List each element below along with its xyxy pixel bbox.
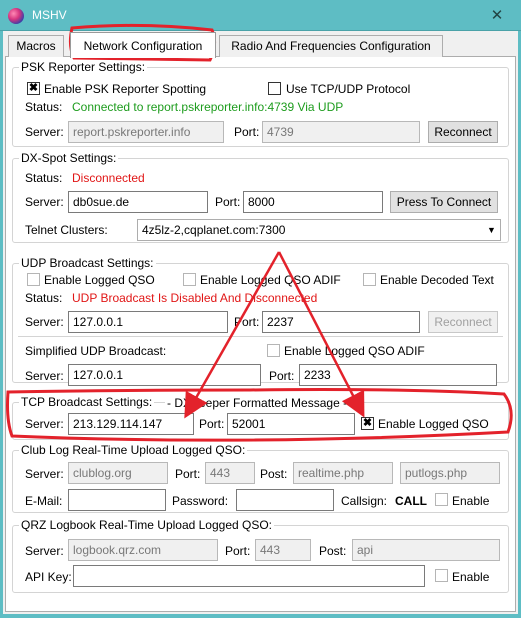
clublog-group-title: Club Log Real-Time Upload Logged QSO: — [19, 443, 248, 457]
window-title: MSHV — [32, 8, 67, 22]
qrz-server-label: Server: — [25, 544, 64, 558]
qrz-post-input[interactable]: api — [352, 539, 500, 561]
qrz-apikey-input[interactable] — [73, 565, 425, 587]
clublog-password-label: Password: — [172, 494, 229, 508]
clublog-callsign-label: Callsign: — [341, 494, 388, 508]
udp-server-label: Server: — [25, 315, 64, 329]
udp-logged-adif-checkbox[interactable] — [183, 273, 196, 286]
tcp-group-title: TCP Broadcast Settings: — [19, 395, 155, 409]
udp-decoded-label: Enable Decoded Text — [380, 273, 494, 287]
udp-port-input[interactable]: 2237 — [262, 311, 420, 333]
tcp-server-input[interactable]: 213.129.114.147 — [68, 413, 194, 435]
telnet-clusters-select[interactable]: 4z5lz-2,cqplanet.com:7300 — [137, 219, 501, 241]
qrz-post-label: Post: — [319, 544, 347, 558]
udp-status-value: UDP Broadcast Is Disabled And Disconnect… — [72, 291, 318, 305]
tcp-server-label: Server: — [25, 417, 64, 431]
dxspot-server-label: Server: — [25, 195, 64, 209]
simplified-port-label: Port: — [269, 369, 295, 383]
tcp-group-subtitle: - DXKeeper Formatted Message - — [165, 395, 350, 411]
chevron-down-icon[interactable]: ▼ — [487, 225, 496, 235]
clublog-server-label: Server: — [25, 467, 64, 481]
dxspot-connect-button[interactable]: Press To Connect — [390, 191, 498, 213]
simplified-udp-label: Simplified UDP Broadcast: — [25, 344, 167, 358]
udp-server-input[interactable]: 127.0.0.1 — [68, 311, 228, 333]
psk-enable-checkbox[interactable]: ✖ — [27, 82, 40, 95]
qrz-enable-label: Enable — [452, 570, 490, 584]
dxspot-port-input[interactable]: 8000 — [243, 191, 383, 213]
clublog-post2-input[interactable]: putlogs.php — [400, 462, 500, 484]
udp-group-title: UDP Broadcast Settings: — [19, 256, 156, 270]
psk-enable-label: Enable PSK Reporter Spotting — [44, 82, 207, 96]
close-icon[interactable]: ✕ — [486, 6, 508, 26]
telnet-clusters-value: 4z5lz-2,cqplanet.com:7300 — [142, 223, 286, 237]
title-bar — [0, 0, 521, 31]
clublog-post-label: Post: — [260, 467, 288, 481]
tcp-enable-label: Enable Logged QSO — [378, 417, 489, 431]
clublog-enable-label: Enable — [452, 494, 490, 508]
window-frame-bottom — [0, 614, 521, 618]
psk-tcpudp-checkbox[interactable] — [268, 82, 281, 95]
window-frame-left — [0, 31, 3, 618]
clublog-email-label: E-Mail: — [25, 494, 63, 508]
psk-tcpudp-label: Use TCP/UDP Protocol — [286, 82, 411, 96]
qrz-enable-checkbox[interactable] — [435, 569, 448, 582]
clublog-password-input[interactable] — [236, 489, 334, 511]
dxspot-port-label: Port: — [215, 195, 241, 209]
clublog-port-input[interactable]: 443 — [205, 462, 255, 484]
psk-status-value: Connected to report.pskreporter.info:473… — [72, 100, 344, 114]
simplified-server-label: Server: — [25, 369, 64, 383]
udp-status-label: Status: — [25, 291, 63, 305]
psk-port-input[interactable]: 4739 — [262, 121, 420, 143]
clublog-email-input[interactable] — [68, 489, 166, 511]
psk-group-title: PSK Reporter Settings: — [19, 60, 148, 74]
qrz-group-title: QRZ Logbook Real-Time Upload Logged QSO: — [19, 518, 275, 532]
tcp-port-input[interactable]: 52001 — [227, 413, 355, 435]
telnet-clusters-label: Telnet Clusters: — [25, 223, 108, 237]
udp-logged-qso-checkbox[interactable] — [27, 273, 40, 286]
dxspot-status-value: Disconnected — [72, 171, 145, 185]
qrz-server-input[interactable]: logbook.qrz.com — [68, 539, 218, 561]
psk-status-label: Status: — [25, 100, 63, 114]
tab-macros[interactable]: Macros — [8, 35, 64, 57]
tab-radio-frequencies[interactable]: Radio And Frequencies Configuration — [219, 35, 443, 57]
udp-port-label: Port: — [234, 315, 260, 329]
dxspot-server-input[interactable]: db0sue.de — [68, 191, 208, 213]
qrz-apikey-label: API Key: — [25, 570, 72, 584]
udp-decoded-checkbox[interactable] — [363, 273, 376, 286]
dxspot-group-title: DX-Spot Settings: — [19, 151, 119, 165]
app-icon — [8, 8, 24, 24]
udp-logged-qso-label: Enable Logged QSO — [44, 273, 155, 287]
simplified-port-input[interactable]: 2233 — [299, 364, 497, 386]
psk-server-label: Server: — [25, 125, 64, 139]
simplified-server-input[interactable]: 127.0.0.1 — [68, 364, 261, 386]
udp-reconnect-button[interactable]: Reconnect — [428, 311, 498, 333]
psk-reconnect-button[interactable]: Reconnect — [428, 121, 498, 143]
clublog-port-label: Port: — [175, 467, 201, 481]
psk-port-label: Port: — [234, 125, 260, 139]
clublog-enable-checkbox[interactable] — [435, 493, 448, 506]
tab-network-configuration[interactable]: Network Configuration — [70, 32, 216, 58]
dxspot-status-label: Status: — [25, 171, 63, 185]
tcp-enable-checkbox[interactable]: ✖ — [361, 417, 374, 430]
udp-logged-adif-label: Enable Logged QSO ADIF — [200, 273, 341, 287]
simplified-adif-label: Enable Logged QSO ADIF — [284, 344, 425, 358]
psk-server-input[interactable]: report.pskreporter.info — [68, 121, 224, 143]
udp-divider — [18, 336, 503, 337]
clublog-server-input[interactable]: clublog.org — [68, 462, 168, 484]
qrz-port-label: Port: — [225, 544, 251, 558]
clublog-callsign-value: CALL — [395, 494, 427, 508]
tcp-port-label: Port: — [199, 417, 225, 431]
clublog-post-input[interactable]: realtime.php — [293, 462, 393, 484]
qrz-port-input[interactable]: 443 — [255, 539, 311, 561]
simplified-adif-checkbox[interactable] — [267, 344, 280, 357]
